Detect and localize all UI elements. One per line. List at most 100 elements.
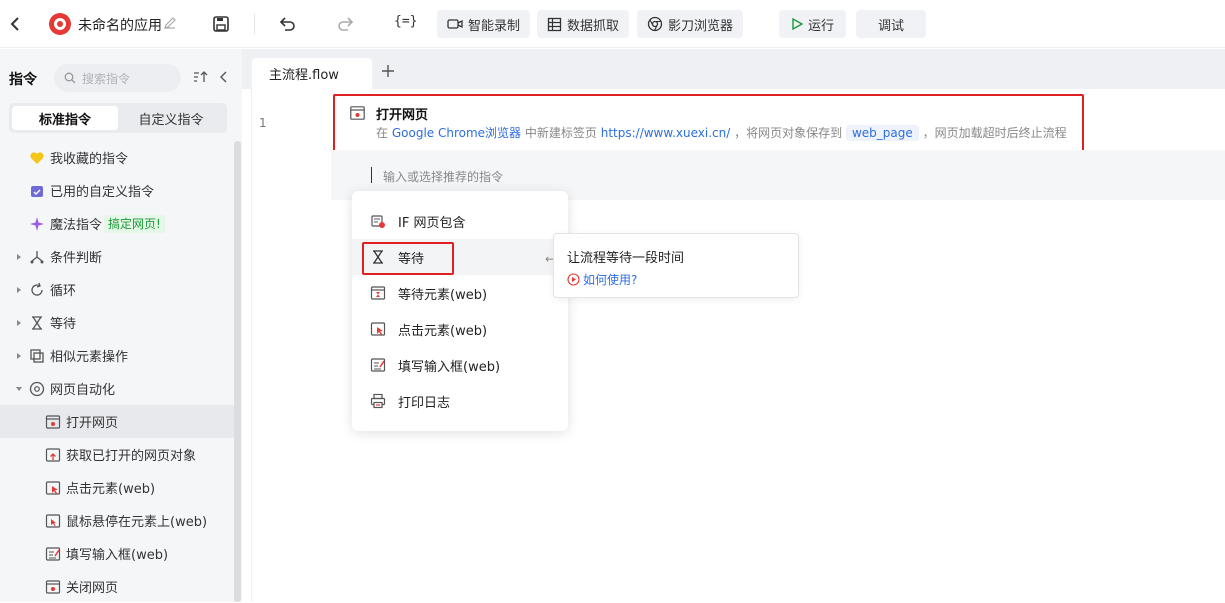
sidebar-item-label: 关闭网页 (66, 581, 119, 596)
hover-icon (45, 513, 61, 528)
sidebar-item-close-webpage[interactable]: 关闭网页 (0, 570, 234, 603)
sparkle-icon (30, 216, 44, 231)
suggestion-print-log[interactable]: 打印日志 (352, 383, 568, 419)
sidebar-item-label: 循环 (50, 284, 77, 299)
tab-main-flow[interactable]: 主流程.flow (252, 58, 372, 89)
step-desc-save: ，将网页对象保存到 (734, 126, 843, 140)
text-caret (371, 167, 372, 183)
step-url[interactable]: https://www.xuexi.cn/ (601, 126, 731, 140)
video-camera-icon (447, 19, 463, 29)
sidebar-item-label: 等待 (50, 317, 77, 332)
suggestion-label: 点击元素(web) (398, 323, 488, 339)
calendar-icon (31, 185, 43, 197)
sidebar-scrollbar[interactable] (234, 141, 241, 602)
toolbar-divider (254, 14, 255, 34)
step-variable[interactable]: web_page (845, 125, 919, 141)
line-number: 1 (259, 116, 267, 130)
edit-pencil-icon[interactable] (163, 16, 177, 30)
collapse-sidebar-icon[interactable] (216, 69, 230, 85)
sidebar-item-open-webpage[interactable]: 打开网页 (0, 405, 234, 438)
sidebar-item-click-element[interactable]: 点击元素(web) (0, 471, 234, 504)
step-browser[interactable]: Google Chrome浏览器 (392, 126, 521, 140)
webpage-icon (45, 414, 61, 429)
hourglass-icon (32, 315, 42, 330)
data-scrape-button[interactable]: 数据抓取 (537, 10, 630, 38)
input-icon (45, 546, 61, 561)
command-tabs: 标准指令 自定义指令 (9, 103, 227, 133)
tab-custom-commands[interactable]: 自定义指令 (118, 106, 224, 130)
close-web-icon (45, 579, 61, 594)
input-icon (370, 358, 386, 372)
sidebar-item-magic[interactable]: 魔法指令 搞定网页! (0, 207, 234, 240)
app-logo-icon (49, 13, 71, 35)
search-icon (64, 72, 76, 84)
smart-record-button[interactable]: 智能录制 (437, 10, 531, 38)
click-icon (370, 322, 386, 336)
search-placeholder: 搜索指令 (82, 71, 131, 86)
sidebar-item-label: 已用的自定义指令 (50, 185, 155, 200)
step-desc-prefix: 在 (376, 126, 389, 140)
top-toolbar: 未命名的应用 {=} 智能录制 数据抓取 影刀浏览器 运行 调试 (0, 0, 1225, 48)
undo-icon[interactable] (277, 14, 297, 34)
play-icon (792, 18, 803, 30)
expand-arrow-icon[interactable] (15, 319, 23, 327)
sidebar-item-hover-element[interactable]: 鼠标悬停在元素上(web) (0, 504, 234, 537)
sidebar-item-label: 获取已打开的网页对象 (66, 449, 197, 464)
sidebar-item-similar-elements[interactable]: 相似元素操作 (0, 339, 234, 372)
insert-command-input[interactable]: 输入或选择推荐的指令 (383, 168, 503, 185)
suggestion-label: 等待元素(web) (398, 287, 488, 303)
run-button[interactable]: 运行 (779, 10, 847, 38)
browser-icon (29, 381, 45, 396)
sidebar-item-web-automation[interactable]: 网页自动化 (0, 372, 234, 405)
suggestion-click-element[interactable]: 点击元素(web) (352, 311, 568, 347)
sidebar-item-fill-input[interactable]: 填写输入框(web) (0, 537, 234, 570)
sidebar-item-label: 相似元素操作 (50, 350, 129, 365)
command-suggestions-dropdown: IF 网页包含 等待 等待元素(web) 点击元素(web) 填写输入框(web… (352, 191, 568, 431)
sidebar-item-label: 网页自动化 (50, 383, 116, 398)
sidebar-item-get-webpage[interactable]: 获取已打开的网页对象 (0, 438, 234, 471)
copy-icon (30, 348, 44, 363)
expand-arrow-icon[interactable] (15, 286, 23, 294)
sort-icon[interactable] (192, 69, 208, 85)
back-arrow-icon[interactable] (6, 13, 26, 35)
expand-arrow-icon[interactable] (15, 352, 23, 360)
sidebar-item-label: 填写输入框(web) (66, 548, 169, 563)
yingdao-browser-button[interactable]: 影刀浏览器 (637, 10, 744, 38)
collapse-arrow-icon[interactable] (15, 385, 23, 393)
redo-icon[interactable] (336, 14, 356, 34)
heart-icon (30, 151, 44, 164)
app-title[interactable]: 未命名的应用 (78, 15, 162, 35)
command-sidebar: 指令 搜索指令 标准指令 自定义指令 我收藏的指令 已用的自定义指令 魔法指令 … (0, 49, 242, 602)
suggestion-wait-element[interactable]: 等待元素(web) (352, 275, 568, 311)
sidebar-item-condition[interactable]: 条件判断 (0, 240, 234, 273)
sidebar-item-label: 点击元素(web) (66, 482, 156, 497)
branch-icon (30, 250, 44, 263)
suggestion-fill-input[interactable]: 填写输入框(web) (352, 347, 568, 383)
suggestion-label: 打印日志 (398, 395, 451, 411)
how-to-use-label: 如何使用? (583, 273, 638, 287)
tab-standard-commands[interactable]: 标准指令 (12, 106, 118, 130)
sidebar-item-loop[interactable]: 循环 (0, 273, 234, 306)
add-tab-icon[interactable] (380, 63, 396, 79)
if-web-icon (371, 215, 385, 228)
sidebar-item-label: 魔法指令 (50, 218, 103, 233)
step-title: 打开网页 (376, 108, 429, 123)
expression-icon[interactable]: {=} (394, 14, 418, 34)
suggestion-if-webpage-contains[interactable]: IF 网页包含 (352, 203, 568, 239)
command-tooltip: 让流程等待一段时间 如何使用? (553, 233, 799, 298)
run-label: 运行 (808, 18, 835, 34)
sidebar-title: 指令 (9, 72, 37, 88)
debug-button[interactable]: 调试 (856, 10, 927, 38)
print-icon (370, 393, 386, 409)
sidebar-item-favorites[interactable]: 我收藏的指令 (0, 141, 234, 174)
how-to-use-link[interactable]: 如何使用? (567, 271, 637, 288)
expand-arrow-icon[interactable] (15, 253, 23, 261)
webpage-icon (350, 106, 365, 120)
command-search-input[interactable]: 搜索指令 (54, 64, 181, 92)
yingdao-browser-label: 影刀浏览器 (668, 18, 734, 34)
sidebar-item-used-custom[interactable]: 已用的自定义指令 (0, 174, 234, 207)
step-desc-suffix: ，网页加载超时后终止流程 (922, 126, 1067, 140)
sidebar-item-wait[interactable]: 等待 (0, 306, 234, 339)
webpage-up-icon (45, 447, 61, 462)
save-icon[interactable] (211, 14, 231, 34)
